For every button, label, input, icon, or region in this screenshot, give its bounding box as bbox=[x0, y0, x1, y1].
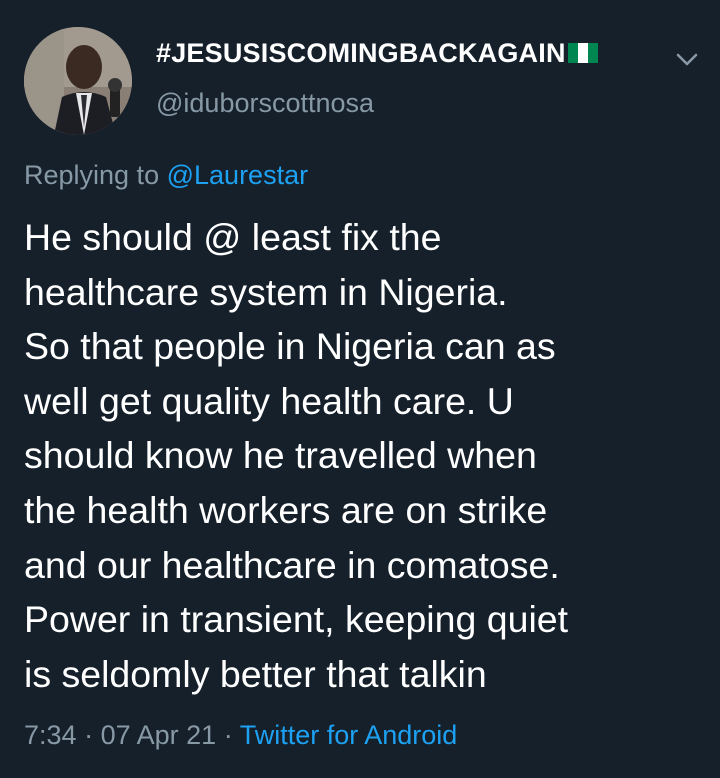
nigeria-flag-icon bbox=[567, 41, 598, 65]
replying-to: Replying to @Laurestar bbox=[24, 160, 308, 191]
tweet-source-link[interactable]: Twitter for Android bbox=[240, 720, 458, 750]
meta-separator: · bbox=[84, 720, 94, 750]
display-name-text: #JESUSISCOMINGBACKAGAIN bbox=[156, 38, 566, 68]
display-name[interactable]: #JESUSISCOMINGBACKAGAIN bbox=[156, 38, 598, 69]
user-handle[interactable]: @iduborscottnosa bbox=[156, 88, 374, 119]
avatar[interactable] bbox=[24, 27, 132, 135]
reply-mention-link[interactable]: @Laurestar bbox=[167, 160, 308, 190]
tweet-text: He should @ least fix the healthcare sys… bbox=[24, 216, 569, 695]
chevron-down-icon[interactable] bbox=[670, 42, 704, 76]
tweet-meta: 7:34 · 07 Apr 21 · Twitter for Android bbox=[24, 720, 457, 751]
tweet-date[interactable]: 07 Apr 21 bbox=[101, 720, 217, 750]
replying-to-label: Replying to bbox=[24, 160, 160, 190]
meta-separator: · bbox=[223, 720, 233, 750]
tweet-time[interactable]: 7:34 bbox=[24, 720, 77, 750]
tweet-detail: #JESUSISCOMINGBACKAGAIN @iduborscottnosa… bbox=[0, 0, 720, 778]
